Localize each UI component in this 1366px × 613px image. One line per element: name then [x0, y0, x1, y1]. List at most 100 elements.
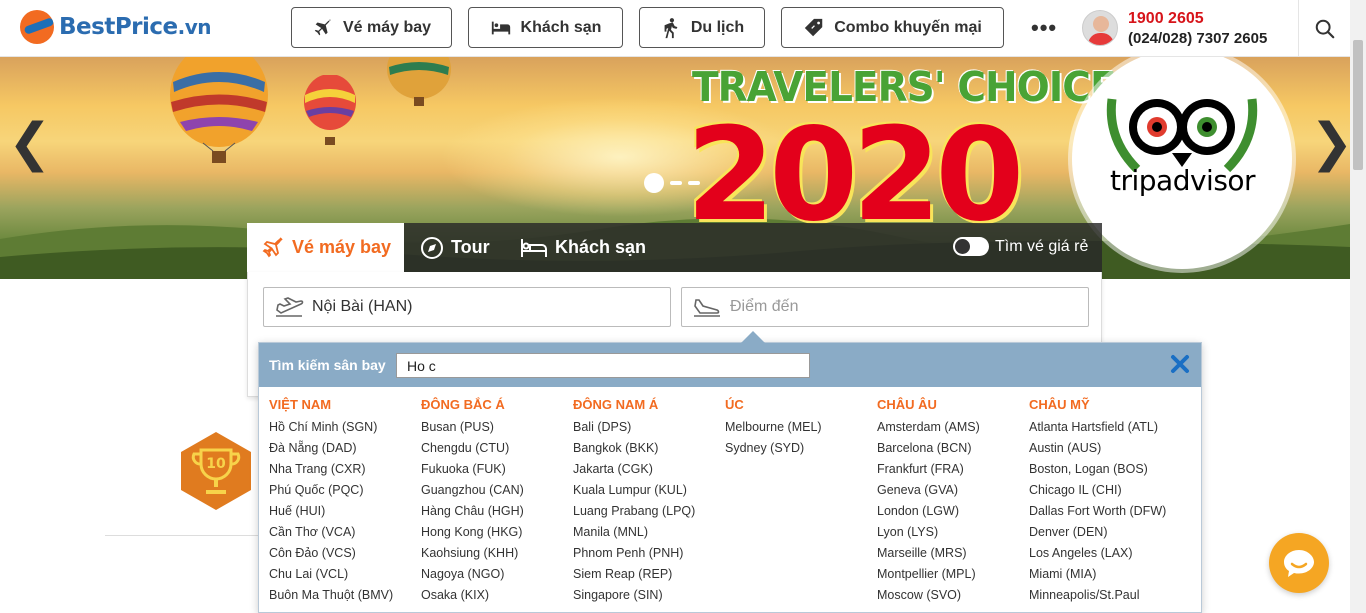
airport-option[interactable]: Chengdu (CTU)	[421, 439, 571, 460]
compass-icon	[421, 236, 443, 259]
airport-option[interactable]: Frankfurt (FRA)	[877, 460, 1027, 481]
cheap-fare-toggle[interactable]: Tìm vé giá rẻ	[953, 237, 1088, 256]
airport-option[interactable]: Hàng Châu (HGH)	[421, 502, 571, 523]
airport-option[interactable]: Hồ Chí Minh (SGN)	[269, 418, 419, 439]
airport-option[interactable]: Geneva (GVA)	[877, 481, 1027, 502]
airport-option[interactable]: Bali (DPS)	[573, 418, 723, 439]
airport-option[interactable]: Nha Trang (CXR)	[269, 460, 419, 481]
airport-option[interactable]: Bangkok (BKK)	[573, 439, 723, 460]
picker-header: Tìm kiếm sân bay	[259, 343, 1201, 387]
airport-option[interactable]: London (LGW)	[877, 502, 1027, 523]
bestprice-logo[interactable]: BestPrice.vn	[20, 10, 212, 44]
award-badge-number: 10	[206, 456, 226, 472]
hotline-primary[interactable]: 1900 2605	[1128, 10, 1204, 28]
nav-hotels-button[interactable]: Khách sạn	[468, 7, 623, 48]
airport-option[interactable]: Boston, Logan (BOS)	[1029, 460, 1179, 481]
airport-option[interactable]: Buôn Ma Thuột (BMV)	[269, 586, 419, 607]
nav-combo-label: Combo khuyến mại	[834, 18, 982, 36]
tab-flights-label: Vé máy bay	[292, 237, 392, 257]
airport-option[interactable]: Kaohsiung (KHH)	[421, 544, 571, 565]
airport-option[interactable]: Cần Thơ (VCA)	[269, 523, 419, 544]
airport-option[interactable]: Atlanta Hartsfield (ATL)	[1029, 418, 1179, 439]
airport-option[interactable]: Sydney (SYD)	[725, 439, 875, 460]
destination-field[interactable]: Điểm đến	[681, 287, 1089, 327]
airport-option[interactable]: Đà Nẵng (DAD)	[269, 439, 419, 460]
origin-field[interactable]: Nội Bài (HAN)	[263, 287, 671, 327]
airport-option[interactable]: Montpellier (MPL)	[877, 565, 1027, 586]
logo-domain: .vn	[177, 15, 212, 39]
region-title: CHÂU MỸ	[1029, 397, 1090, 412]
airport-option[interactable]: Amsterdam (AMS)	[877, 418, 1027, 439]
award-badge-icon: 10	[181, 432, 251, 510]
airport-search-input[interactable]	[396, 353, 810, 378]
airport-option[interactable]: Singapore (SIN)	[573, 586, 723, 607]
airport-option[interactable]: Austin (AUS)	[1029, 439, 1179, 460]
bed-icon	[491, 21, 510, 34]
region-column: ĐÔNG NAM Á Bali (DPS) Bangkok (BKK) Jakarta…	[573, 397, 723, 607]
support-avatar	[1082, 10, 1118, 46]
airport-option[interactable]: Phnom Penh (PNH)	[573, 544, 723, 565]
nav-flights-button[interactable]: Vé máy bay	[291, 7, 452, 48]
airport-option[interactable]: Siem Reap (REP)	[573, 565, 723, 586]
chat-button[interactable]	[1269, 533, 1329, 593]
carousel-next-icon[interactable]: ❯	[1310, 117, 1350, 169]
header-search-button[interactable]	[1298, 0, 1350, 57]
more-menu-icon[interactable]: •••	[1031, 17, 1057, 39]
region-title: ĐÔNG BẮC Á	[421, 397, 505, 412]
walking-icon	[664, 17, 678, 38]
region-title: CHÂU ÂU	[877, 397, 937, 412]
plane-icon	[262, 236, 283, 257]
tab-flights[interactable]: Vé máy bay	[247, 223, 404, 272]
region-column: ĐÔNG BẮC Á Busan (PUS) Chengdu (CTU) Fukuok…	[421, 397, 571, 607]
tab-hotels[interactable]: Khách sạn	[520, 223, 646, 272]
page-scrollbar[interactable]	[1350, 0, 1366, 613]
airport-option[interactable]: Manila (MNL)	[573, 523, 723, 544]
airport-option[interactable]: Los Angeles (LAX)	[1029, 544, 1179, 565]
nav-combo-button[interactable]: Combo khuyến mại	[781, 7, 1004, 48]
tab-tour[interactable]: Tour	[420, 223, 490, 272]
airport-option[interactable]: Lyon (LYS)	[877, 523, 1027, 544]
airport-option[interactable]: Nagoya (NGO)	[421, 565, 571, 586]
airport-option[interactable]: Marseille (MRS)	[877, 544, 1027, 565]
nav-flights-label: Vé máy bay	[342, 18, 432, 36]
close-icon[interactable]	[1169, 353, 1191, 375]
plane-icon	[314, 18, 332, 35]
search-tabs: Vé máy bay Tour Khách sạn Tìm vé giá rẻ	[247, 223, 1102, 272]
airport-option[interactable]: Jakarta (CGK)	[573, 460, 723, 481]
carousel-dot[interactable]	[688, 181, 700, 185]
carousel-dot-active[interactable]	[644, 173, 664, 193]
airport-option[interactable]: Côn Đảo (VCS)	[269, 544, 419, 565]
carousel-dot[interactable]	[670, 181, 682, 185]
airport-option[interactable]: Melbourne (MEL)	[725, 418, 875, 439]
airport-option[interactable]: Luang Prabang (LPQ)	[573, 502, 723, 523]
airport-option[interactable]: Miami (MIA)	[1029, 565, 1179, 586]
toggle-switch[interactable]	[953, 237, 989, 256]
search-icon	[1315, 19, 1334, 38]
airport-option[interactable]: Moscow (SVO)	[877, 586, 1027, 607]
airport-option[interactable]: Huế (HUI)	[269, 502, 419, 523]
airport-option[interactable]: Denver (DEN)	[1029, 523, 1179, 544]
airport-option[interactable]: Dallas Fort Worth (DFW)	[1029, 502, 1179, 523]
airport-option[interactable]: Chicago IL (CHI)	[1029, 481, 1179, 502]
region-column: CHÂU MỸ Atlanta Hartsfield (ATL) Austin (A…	[1029, 397, 1179, 607]
airport-option[interactable]: Barcelona (BCN)	[877, 439, 1027, 460]
picker-caret	[741, 331, 765, 343]
nav-tours-button[interactable]: Du lịch	[639, 7, 765, 48]
airport-option[interactable]: Osaka (KIX)	[421, 586, 571, 607]
airport-option[interactable]: Kuala Lumpur (KUL)	[573, 481, 723, 502]
airport-option[interactable]: Minneapolis/St.Paul	[1029, 586, 1179, 607]
hotline-secondary[interactable]: (024/028) 7307 2605	[1128, 30, 1267, 47]
region-title: VIỆT NAM	[269, 397, 332, 412]
airport-option[interactable]: Chu Lai (VCL)	[269, 565, 419, 586]
airport-option[interactable]: Busan (PUS)	[421, 418, 571, 439]
region-title: ĐÔNG NAM Á	[573, 397, 659, 412]
carousel-prev-icon[interactable]: ❮	[8, 117, 52, 169]
tab-hotels-label: Khách sạn	[555, 237, 647, 257]
airport-option[interactable]: Fukuoka (FUK)	[421, 460, 571, 481]
destination-placeholder: Điểm đến	[730, 298, 799, 315]
airport-option[interactable]: Hong Kong (HKG)	[421, 523, 571, 544]
airport-option[interactable]: Phú Quốc (PQC)	[269, 481, 419, 502]
scrollbar-thumb[interactable]	[1353, 40, 1363, 170]
tripadvisor-badge	[1072, 57, 1292, 269]
airport-option[interactable]: Guangzhou (CAN)	[421, 481, 571, 502]
